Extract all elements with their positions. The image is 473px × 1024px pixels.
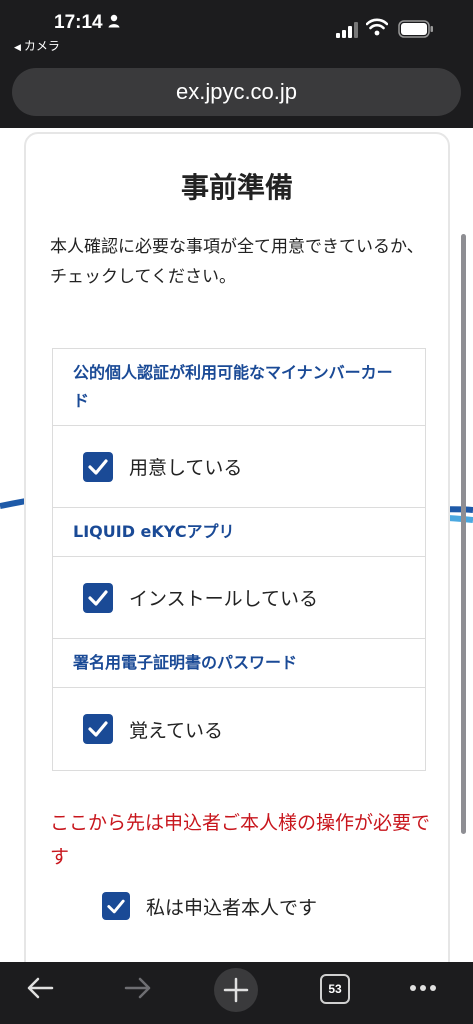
status-time: 17:14 (54, 12, 103, 33)
wifi-icon (366, 18, 388, 36)
checkbox-row-ekyc-app[interactable]: インストールしている (53, 557, 425, 639)
back-arrow-icon[interactable] (24, 972, 56, 1004)
warning-text: ここから先は申込者ご本人様の操作が必要です (50, 812, 431, 868)
url-bar[interactable]: ex.jpyc.co.jp (12, 68, 461, 116)
intro-text: 本人確認に必要な事項が全て用意できているか、チェックしてください。 (50, 237, 424, 287)
checkbox-ekyc-app[interactable] (83, 582, 113, 613)
checkbox-applicant-self[interactable] (102, 892, 130, 920)
checkbox-mynumber-card[interactable] (83, 451, 113, 482)
checkbox-certificate-password[interactable] (83, 714, 113, 744)
check-label-applicant-self: 私は申込者本人です (146, 896, 318, 919)
signal-icon (336, 22, 358, 38)
check-label-mynumber-card: 用意している (129, 457, 243, 479)
battery-icon (398, 20, 433, 38)
section-heading-mynumber-card: 公的個人認証が利用可能なマイナンバーカード (53, 349, 425, 426)
browser-top-chrome: 17:14 ◀ カメラ ex.jpyc.co.jp (0, 0, 473, 128)
page-content: 事前準備 本人確認に必要な事項が全て用意できているか、チェックしてください。 公… (0, 128, 473, 962)
section-heading-certificate-password: 署名用電子証明書のパスワード (53, 639, 425, 688)
check-label-certificate-password: 覚えている (129, 719, 224, 742)
checkmark-icon (107, 899, 125, 913)
preparation-card: 事前準備 本人確認に必要な事項が全て用意できているか、チェックしてください。 公… (24, 132, 450, 962)
person-icon (108, 14, 120, 28)
checkbox-row-mynumber-card[interactable]: 用意している (53, 426, 425, 508)
checkbox-row-certificate-password[interactable]: 覚えている (53, 688, 425, 770)
url-text: ex.jpyc.co.jp (175, 79, 298, 104)
back-app-label: カメラ (23, 39, 60, 53)
section-heading-ekyc-app: LIQUID eKYCアプリ (53, 508, 425, 557)
forward-arrow-icon[interactable] (122, 972, 154, 1004)
tab-count-button[interactable]: 53 (320, 974, 350, 1004)
back-triangle-icon: ◀ (14, 43, 21, 53)
checkmark-icon (88, 458, 108, 475)
check-label-ekyc-app: インストールしている (129, 588, 319, 610)
new-tab-plus-icon[interactable] (213, 967, 259, 1013)
checkmark-icon (88, 721, 108, 737)
checkmark-icon (88, 589, 108, 606)
checkbox-row-applicant-self[interactable]: 私は申込者本人です (102, 892, 317, 920)
more-icon[interactable] (408, 982, 438, 994)
back-to-app-link[interactable]: ◀ カメラ (14, 37, 60, 54)
tab-count-label: 53 (328, 982, 342, 996)
page-title: 事前準備 (180, 171, 293, 204)
preparation-checklist: 公的個人認証が利用可能なマイナンバーカード 用意している LIQUID eKYC… (52, 348, 426, 771)
browser-bottom-toolbar: 53 (0, 962, 473, 1024)
scrollbar[interactable] (461, 234, 466, 834)
